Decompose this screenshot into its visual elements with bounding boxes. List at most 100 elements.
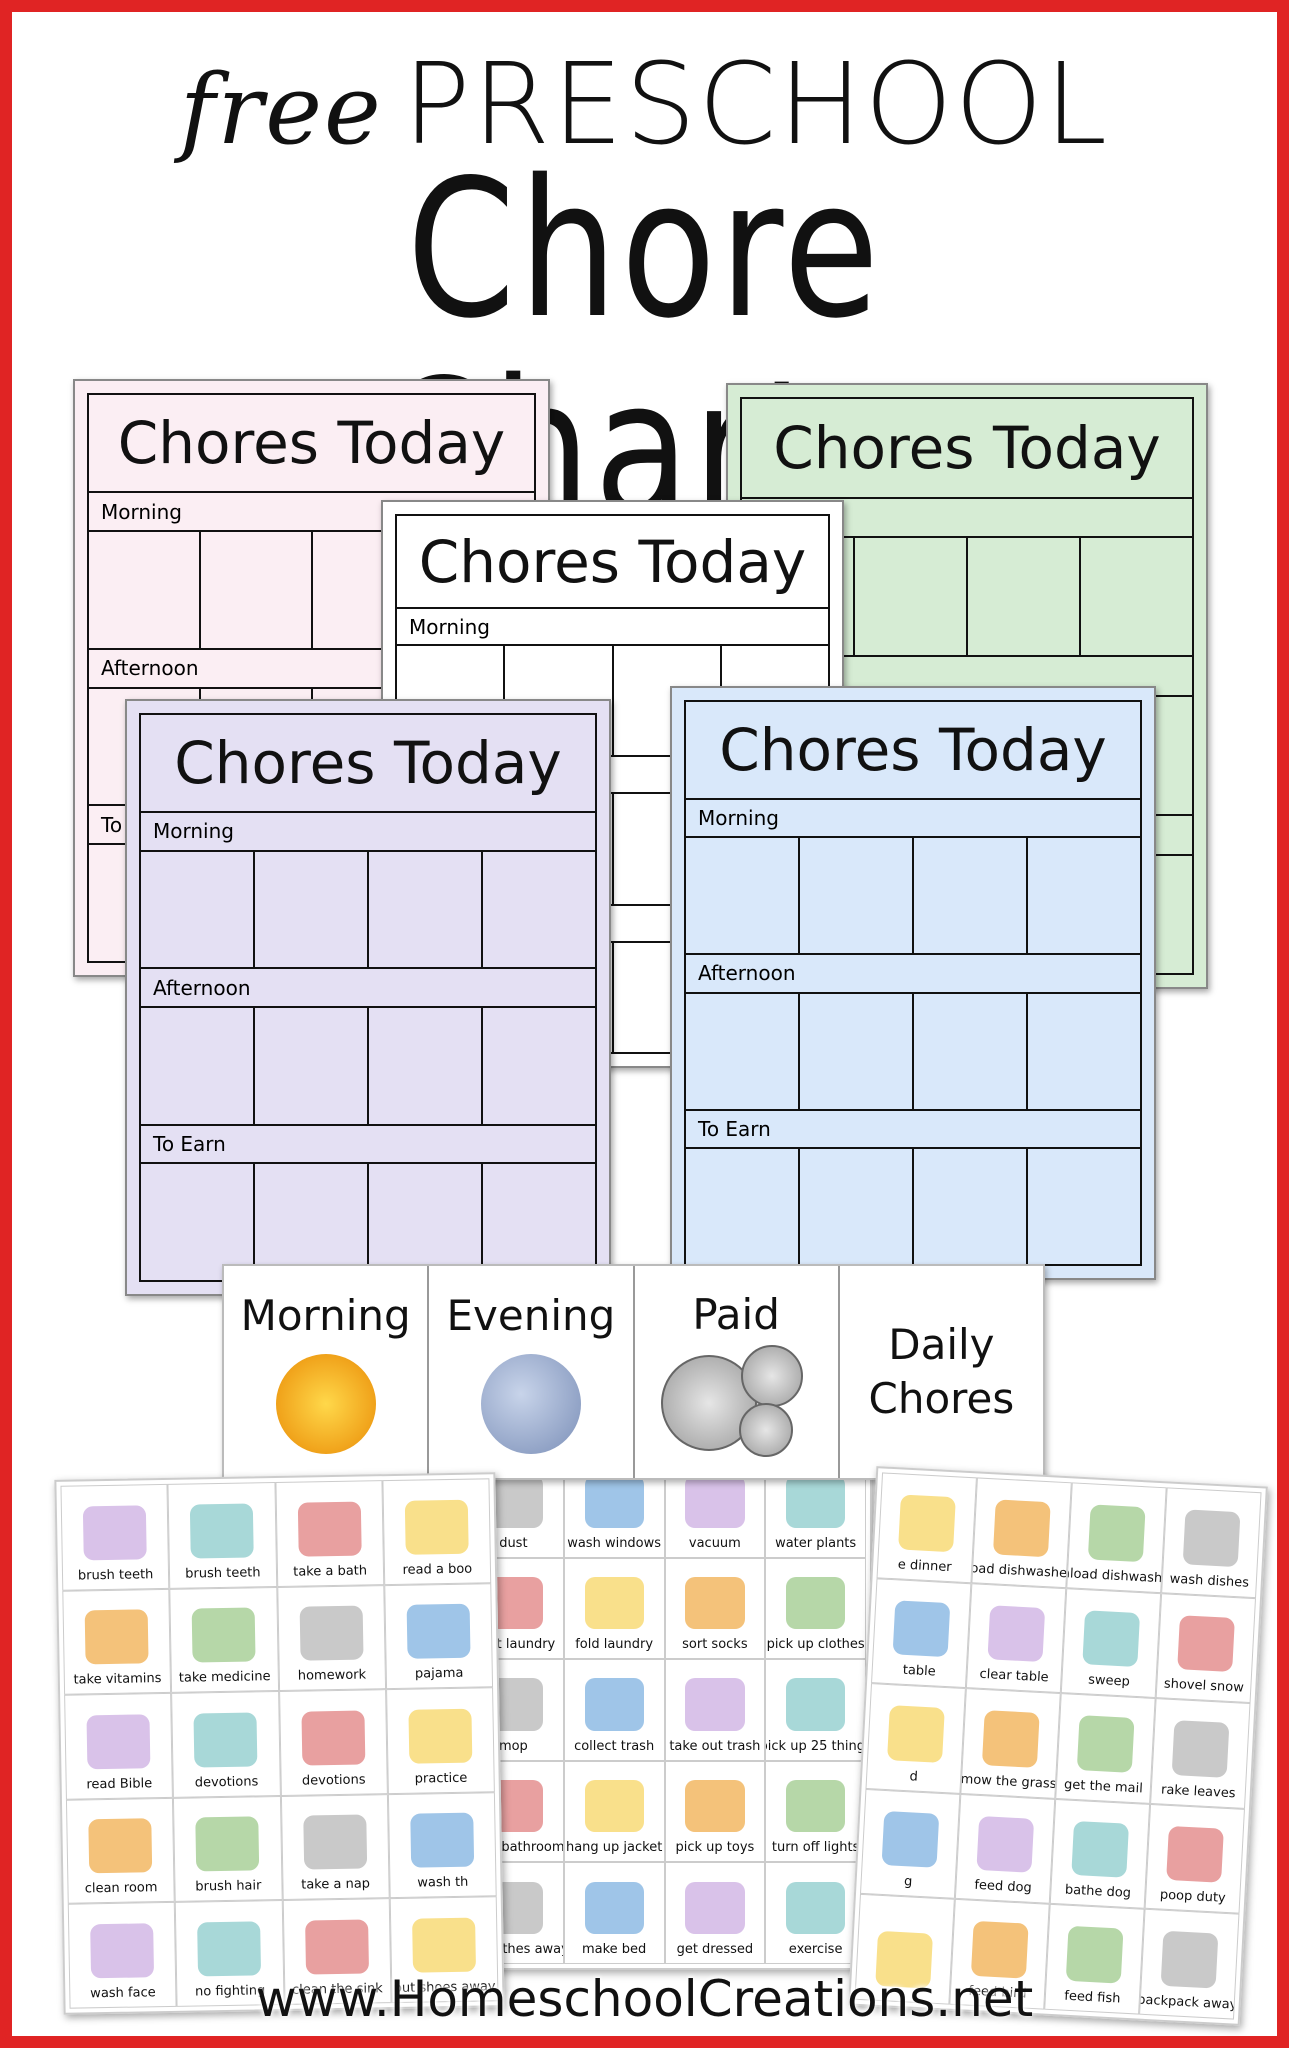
chore-illustration xyxy=(190,1502,255,1559)
chore-card: e dinner xyxy=(876,1472,977,1583)
chore-card: read a boo xyxy=(382,1478,492,1585)
chore-illustration xyxy=(88,1818,153,1874)
section-label: Afternoon xyxy=(141,969,595,1009)
chore-card: make bed xyxy=(563,1862,665,1964)
chore-box xyxy=(141,851,255,968)
chore-card: get dressed xyxy=(664,1862,766,1964)
chore-box xyxy=(483,1164,595,1280)
chore-illustration xyxy=(1070,1820,1130,1879)
chore-card: practice xyxy=(385,1687,495,1794)
chore-card: sort socks xyxy=(664,1557,766,1660)
chore-card: devotions xyxy=(278,1689,388,1796)
chore-card-label: water plants xyxy=(775,1535,857,1551)
evening-card: Evening xyxy=(429,1266,635,1478)
daily-chores-label: Daily Chores xyxy=(868,1320,1015,1423)
chore-card-label: sort socks xyxy=(682,1637,748,1653)
chore-boxes-row xyxy=(686,838,1140,956)
chore-illustration xyxy=(584,1678,644,1731)
chore-box xyxy=(141,1164,255,1280)
chore-illustration xyxy=(584,1576,644,1630)
paid-card: Paid xyxy=(635,1266,840,1478)
chore-chart-purple: Chores Today Morning Afternoon To Earn xyxy=(125,699,611,1296)
chore-card: hang up jacket xyxy=(563,1760,665,1863)
chore-card-label: get dressed xyxy=(676,1941,754,1957)
chore-card: pick up toys xyxy=(664,1760,766,1863)
chore-illustration xyxy=(685,1475,745,1528)
coins-icon xyxy=(661,1344,811,1457)
chore-card: clear table xyxy=(965,1582,1067,1694)
chore-box xyxy=(89,532,201,648)
chore-card-label: read Bible xyxy=(86,1776,153,1793)
chore-card-label: table xyxy=(902,1662,937,1680)
chore-card-label: sweep xyxy=(1087,1672,1131,1690)
chore-illustration xyxy=(685,1678,745,1731)
chore-box xyxy=(686,993,800,1109)
chore-card-label: take medicine xyxy=(178,1669,271,1686)
chore-illustration xyxy=(84,1609,149,1665)
section-label: Afternoon xyxy=(686,955,1140,994)
chore-box xyxy=(800,1149,914,1264)
chore-box xyxy=(201,532,313,648)
chart-title: Chores Today xyxy=(89,395,534,494)
chore-illustration xyxy=(195,1816,260,1872)
chore-card: read Bible xyxy=(64,1693,174,1800)
chore-card: sweep xyxy=(1060,1587,1162,1699)
chore-illustration xyxy=(193,1712,258,1768)
chore-illustration xyxy=(406,1603,471,1659)
chore-illustration xyxy=(685,1576,745,1630)
evening-label: Evening xyxy=(446,1290,616,1340)
section-label: Morning xyxy=(686,800,1140,839)
chore-card-label: bathe dog xyxy=(1064,1882,1132,1902)
paid-label: Paid xyxy=(692,1289,780,1339)
chore-illustration xyxy=(685,1779,745,1833)
chore-box xyxy=(1028,838,1140,953)
chore-card-label: take vitamins xyxy=(73,1671,162,1688)
chore-card: bathe dog xyxy=(1049,1798,1151,1910)
chore-card: wash th xyxy=(387,1792,497,1899)
chore-card: d xyxy=(865,1683,966,1794)
chore-card: table xyxy=(871,1577,972,1689)
chore-card: take out trash xyxy=(664,1659,766,1761)
chart-title: Chores Today xyxy=(397,516,828,610)
chore-illustration xyxy=(197,1921,262,1977)
chore-card-label: poop duty xyxy=(1159,1887,1227,1907)
chore-boxes-row xyxy=(141,851,595,970)
morning-label: Morning xyxy=(240,1290,411,1340)
chore-illustration xyxy=(300,1710,366,1766)
chore-illustration xyxy=(786,1576,846,1630)
chore-card-label: pick up clothes xyxy=(766,1637,865,1653)
chore-card-label: pick up 25 things xyxy=(766,1738,865,1754)
daily-chores-card: Daily Chores xyxy=(840,1266,1043,1478)
chore-box xyxy=(369,1164,483,1280)
chore-box xyxy=(255,1008,369,1124)
chore-card-label: shovel snow xyxy=(1163,1676,1245,1696)
chore-card: pajama xyxy=(383,1582,494,1690)
chore-box xyxy=(914,1149,1028,1264)
chore-card-label: brush teeth xyxy=(77,1566,154,1584)
chore-box xyxy=(855,537,968,656)
chore-illustration xyxy=(987,1604,1046,1663)
chore-illustration xyxy=(302,1814,367,1870)
chore-card-label: clean room xyxy=(84,1880,158,1897)
chore-card-label: unload dishwasher xyxy=(1066,1565,1167,1587)
chore-card: g xyxy=(859,1788,961,1900)
chore-card: turn off lights xyxy=(765,1760,866,1863)
chore-box xyxy=(686,838,800,954)
chore-card: take vitamins xyxy=(62,1588,172,1695)
chore-card-label: clear table xyxy=(979,1666,1049,1686)
chore-card: rake leaves xyxy=(1150,1698,1251,1809)
chore-card: homework xyxy=(276,1584,386,1692)
chore-illustration xyxy=(685,1881,745,1934)
chore-box xyxy=(914,993,1028,1109)
chore-illustration xyxy=(1182,1509,1241,1567)
chore-box xyxy=(800,838,914,954)
chore-illustration xyxy=(1087,1504,1147,1562)
chart-title: Chores Today xyxy=(686,702,1140,800)
chore-card-label: mow the grass xyxy=(960,1771,1057,1792)
chore-card: get the mail xyxy=(1055,1693,1156,1804)
chore-card-label: exercise xyxy=(788,1941,843,1957)
chore-card-label: take a bath xyxy=(293,1563,368,1580)
chore-cards-sheet-middle: dust wash windows vacuum water plants start … xyxy=(457,1450,872,1970)
section-label: To Earn xyxy=(686,1111,1140,1150)
chore-illustration xyxy=(786,1475,846,1528)
